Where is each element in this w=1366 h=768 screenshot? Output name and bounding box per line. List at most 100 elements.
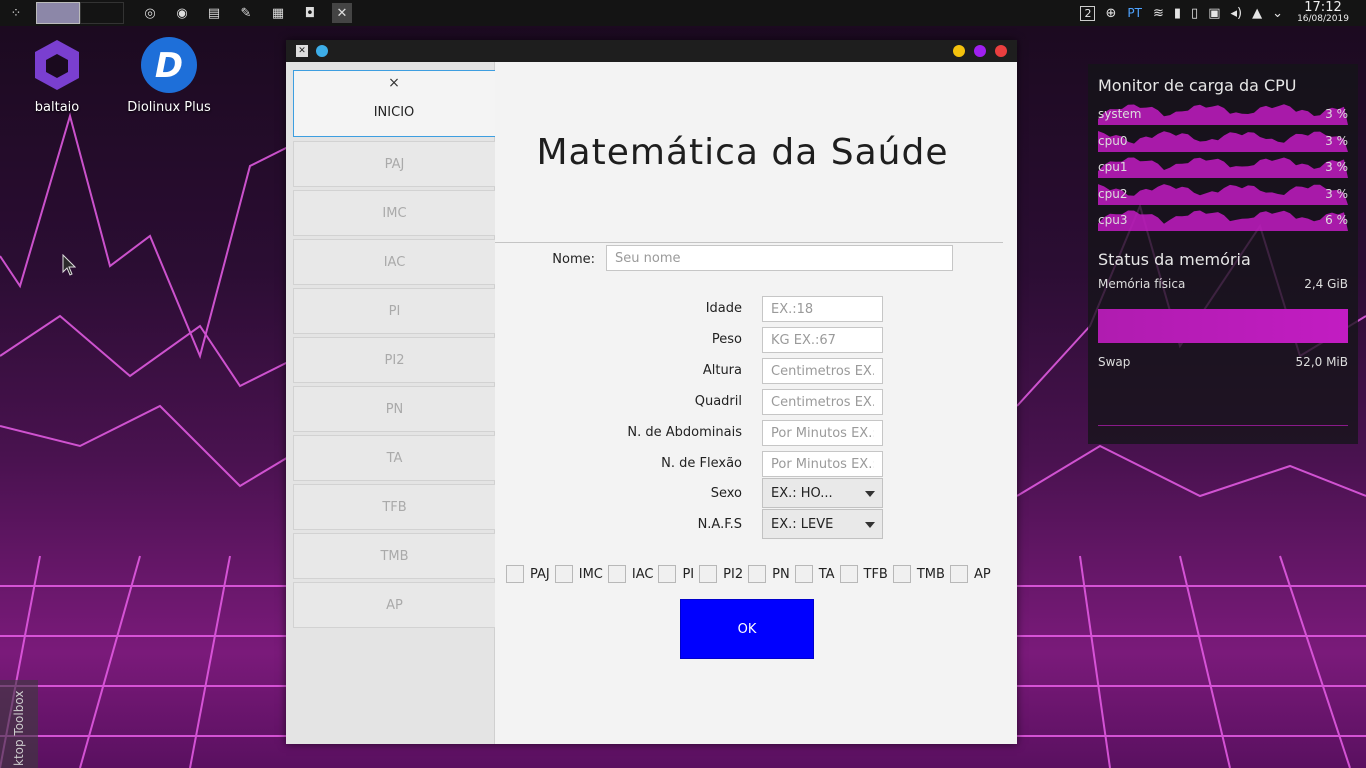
nome-input[interactable] bbox=[606, 245, 953, 271]
diolinux-icon: D bbox=[140, 36, 198, 94]
page-title: Matemática da Saúde bbox=[536, 132, 949, 173]
baltaio-icon bbox=[28, 36, 86, 94]
battery-icon[interactable]: ▮ bbox=[1174, 6, 1181, 21]
checkbox-iac[interactable] bbox=[607, 565, 626, 583]
cpu-row-name: system bbox=[1098, 107, 1142, 121]
tab-inicio[interactable]: × INICIO bbox=[293, 70, 495, 137]
checkbox-label: PI bbox=[682, 566, 695, 582]
windows-icon[interactable]: ▦ bbox=[268, 3, 288, 23]
checkbox-pi2[interactable] bbox=[699, 565, 718, 583]
swap-bar bbox=[1098, 424, 1348, 426]
field-input[interactable] bbox=[762, 358, 883, 384]
field-input[interactable] bbox=[762, 389, 883, 415]
tab-tfb[interactable]: TFB bbox=[293, 484, 495, 530]
clipboard-icon[interactable]: ▣ bbox=[1208, 6, 1220, 21]
field-input[interactable] bbox=[762, 296, 883, 322]
tab-imc[interactable]: IMC bbox=[293, 190, 495, 236]
sexo-label: Sexo bbox=[710, 486, 742, 501]
checkbox-ta[interactable] bbox=[794, 565, 813, 583]
chrome-icon[interactable]: ◉ bbox=[172, 3, 192, 23]
checkbox-paj[interactable] bbox=[506, 565, 524, 583]
tab-close-icon[interactable]: × bbox=[294, 75, 494, 91]
checkbox-pi[interactable] bbox=[658, 565, 677, 583]
cpu-load-graph bbox=[1098, 130, 1348, 152]
swap-label: Swap bbox=[1098, 354, 1131, 369]
cpu-row-cpu0: cpu0 3 % bbox=[1098, 128, 1348, 155]
camera-icon[interactable]: ◘ bbox=[300, 3, 320, 23]
desktop-icon-baltaio[interactable]: baltaio bbox=[12, 36, 102, 115]
keyboard-layout[interactable]: PT bbox=[1127, 6, 1142, 20]
cpu-row-cpu1: cpu1 3 % bbox=[1098, 154, 1348, 181]
tab-ap[interactable]: AP bbox=[293, 582, 495, 628]
tab-paj[interactable]: PAJ bbox=[293, 141, 495, 187]
cpu-row-cpu2: cpu2 3 % bbox=[1098, 181, 1348, 208]
checkbox-label: IMC bbox=[578, 566, 603, 582]
cpu-load-graph bbox=[1098, 210, 1348, 231]
update-icon[interactable]: ⊕ bbox=[1105, 6, 1116, 21]
tab-ta[interactable]: TA bbox=[293, 435, 495, 481]
nafs-select[interactable]: EX.: LEVE bbox=[762, 509, 883, 539]
checkbox-tfb[interactable] bbox=[839, 565, 858, 583]
firefox-icon[interactable]: ◎ bbox=[140, 3, 160, 23]
desktop-icon-diolinux[interactable]: D Diolinux Plus bbox=[124, 36, 214, 115]
desktop-icon-label: baltaio bbox=[34, 100, 80, 115]
phone-icon[interactable]: ▯ bbox=[1191, 6, 1198, 21]
clock[interactable]: 17:12 16/08/2019 bbox=[1288, 1, 1358, 25]
checkbox-label: AP bbox=[973, 566, 991, 582]
minimize-button[interactable] bbox=[953, 45, 965, 57]
field-input[interactable] bbox=[762, 327, 883, 353]
desktop-icon-label: Diolinux Plus bbox=[127, 100, 211, 115]
chevron-down-icon bbox=[865, 491, 875, 497]
window-titlebar[interactable]: ✕ bbox=[286, 40, 1017, 62]
checkbox-tmb[interactable] bbox=[892, 565, 911, 583]
cpu-row-value: 3 % bbox=[1325, 133, 1348, 148]
java-app-icon: ✕ bbox=[296, 45, 308, 57]
mouse-cursor-icon bbox=[62, 254, 76, 276]
main-panel: Matemática da Saúde Nome: Idade Peso Altur… bbox=[495, 62, 1017, 744]
field-input[interactable] bbox=[762, 420, 883, 446]
close-button[interactable] bbox=[995, 45, 1007, 57]
cpu-row-cpu3: cpu3 6 % bbox=[1098, 207, 1348, 234]
java-app-task-icon[interactable]: ✕ bbox=[332, 3, 352, 23]
lock-icon[interactable]: ▲ bbox=[1252, 6, 1262, 21]
document-icon[interactable]: ▤ bbox=[204, 3, 224, 23]
system-tray: 2 ⊕ PT ≋ ▮ ▯ ▣ ◂) ▲ ⌄ 17:12 16/08/2019 bbox=[1075, 0, 1366, 26]
physical-memory-bar bbox=[1098, 308, 1348, 343]
on-all-desktops-icon[interactable] bbox=[316, 45, 328, 57]
title-divider bbox=[495, 242, 1003, 243]
checkbox-label: TMB bbox=[916, 566, 945, 582]
field-label: N. de Flexão bbox=[661, 456, 742, 471]
tab-tmb[interactable]: TMB bbox=[293, 533, 495, 579]
tab-pi[interactable]: PI bbox=[293, 288, 495, 334]
workspace-2[interactable] bbox=[80, 2, 124, 24]
sexo-select[interactable]: EX.: HO... bbox=[762, 478, 883, 508]
cpu-row-system: system 3 % bbox=[1098, 101, 1348, 128]
app-launcher-icon[interactable]: ⁘ bbox=[6, 3, 26, 23]
tab-iac[interactable]: IAC bbox=[293, 239, 495, 285]
workspace-pager[interactable] bbox=[36, 2, 124, 24]
notification-count-icon[interactable]: 2 bbox=[1080, 5, 1096, 21]
wifi-icon[interactable]: ≋ bbox=[1153, 6, 1164, 21]
checkbox-label: TFB bbox=[863, 566, 888, 582]
checkbox-pn[interactable] bbox=[748, 565, 767, 583]
maximize-button[interactable] bbox=[974, 45, 986, 57]
cpu-monitor-title: Monitor de carga da CPU bbox=[1098, 76, 1297, 95]
swap-value: 52,0 MiB bbox=[1295, 354, 1348, 369]
tab-pn[interactable]: PN bbox=[293, 386, 495, 432]
clock-date: 16/08/2019 bbox=[1297, 14, 1349, 24]
cpu-row-name: cpu0 bbox=[1098, 133, 1128, 148]
cpu-row-value: 6 % bbox=[1325, 213, 1348, 227]
volume-icon[interactable]: ◂) bbox=[1230, 6, 1242, 21]
desktop-toolbox[interactable]: ktop Toolbox bbox=[0, 680, 38, 768]
checkbox-ap[interactable] bbox=[949, 565, 968, 583]
editor-icon[interactable]: ✎ bbox=[236, 3, 256, 23]
ok-button[interactable]: OK bbox=[680, 599, 814, 659]
checkbox-imc[interactable] bbox=[554, 565, 573, 583]
tab-pi2[interactable]: PI2 bbox=[293, 337, 495, 383]
cpu-load-graph bbox=[1098, 157, 1348, 178]
checkbox-label: PI2 bbox=[723, 566, 744, 582]
field-input[interactable] bbox=[762, 451, 883, 477]
physical-memory-value: 2,4 GiB bbox=[1304, 276, 1348, 291]
chevron-down-icon[interactable]: ⌄ bbox=[1272, 6, 1283, 21]
workspace-1[interactable] bbox=[36, 2, 80, 24]
